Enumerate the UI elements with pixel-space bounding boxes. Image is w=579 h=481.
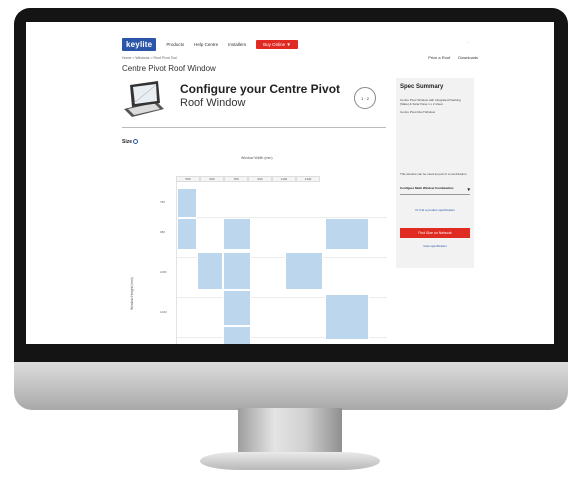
brand-logo[interactable]: keylite [122,38,157,51]
page-title: Centre Pivot Roof Window [122,64,216,73]
spec-summary-panel: Spec Summary Centre Pivot Window with In… [396,78,474,268]
combination-select-label: Configure Multi Window Combination [400,186,454,190]
nav-link-installers[interactable]: Installers [228,42,246,47]
buy-online-button[interactable]: Buy Online ▼ [256,40,298,49]
size-option[interactable] [325,218,369,250]
secondary-nav: Price a Roof Downloads [428,55,478,60]
configurator-title: Configure your Centre Pivot [180,82,341,96]
screen: keylite Products Help Centre Installers … [26,22,554,344]
nav-link-downloads[interactable]: Downloads [458,55,478,60]
size-option[interactable] [223,290,251,326]
monitor-chin [14,362,568,410]
nav-link-price[interactable]: Price a Roof [428,55,450,60]
size-option[interactable] [177,218,197,250]
spec-summary-title: Spec Summary [400,84,444,90]
monitor-stand [238,408,342,458]
combination-note: This window can be used as part of a com… [400,172,467,176]
size-option[interactable] [223,218,251,250]
specification-link[interactable]: Or find a product specification [400,208,470,212]
size-option[interactable] [223,326,251,344]
monitor-stand-base [200,452,380,470]
chevron-down-icon: ▾ [467,187,470,193]
height-tick: 1400 [160,310,167,314]
size-heading: Size [122,139,139,145]
size-option[interactable] [177,188,197,218]
find-size-button[interactable]: Find Size on Network [400,228,470,238]
info-icon[interactable] [133,139,139,145]
size-option[interactable] [325,294,369,340]
y-axis-label: Window Height (mm) [130,277,134,310]
nav-link-products[interactable]: Products [166,42,184,47]
spec-summary-text: Centre Pivot Window with Integrated Flas… [400,98,461,106]
configurator-header: Configure your Centre Pivot Roof Window … [122,79,392,123]
size-option[interactable] [285,252,323,290]
height-tick: 780 [160,200,166,204]
size-option[interactable] [197,252,223,290]
top-nav: keylite Products Help Centre Installers … [122,38,298,51]
breadcrumb[interactable]: Home > Windows > Roof Pivot Tool [122,56,177,60]
spec-summary-product: Centre Pivot Roof Window [400,110,436,114]
height-tick: 1180 [160,270,167,274]
height-tick: 980 [160,230,166,234]
size-grid [176,182,387,344]
nav-link-help[interactable]: Help Centre [194,42,218,47]
nav-account-icon[interactable]: · [467,40,468,45]
roof-window-icon [124,81,164,117]
x-axis-label: Window Width (mm) [241,156,273,160]
monitor-mockup: keylite Products Help Centre Installers … [0,0,579,481]
divider [122,127,386,128]
size-option[interactable] [223,252,251,290]
combination-badge: 1 · 2 [354,87,376,109]
view-specification-link[interactable]: View specification [400,244,470,248]
size-label: Size [122,139,133,145]
combination-select[interactable]: Configure Multi Window Combination ▾ [400,186,470,195]
configurator-subtitle: Roof Window [180,97,246,109]
